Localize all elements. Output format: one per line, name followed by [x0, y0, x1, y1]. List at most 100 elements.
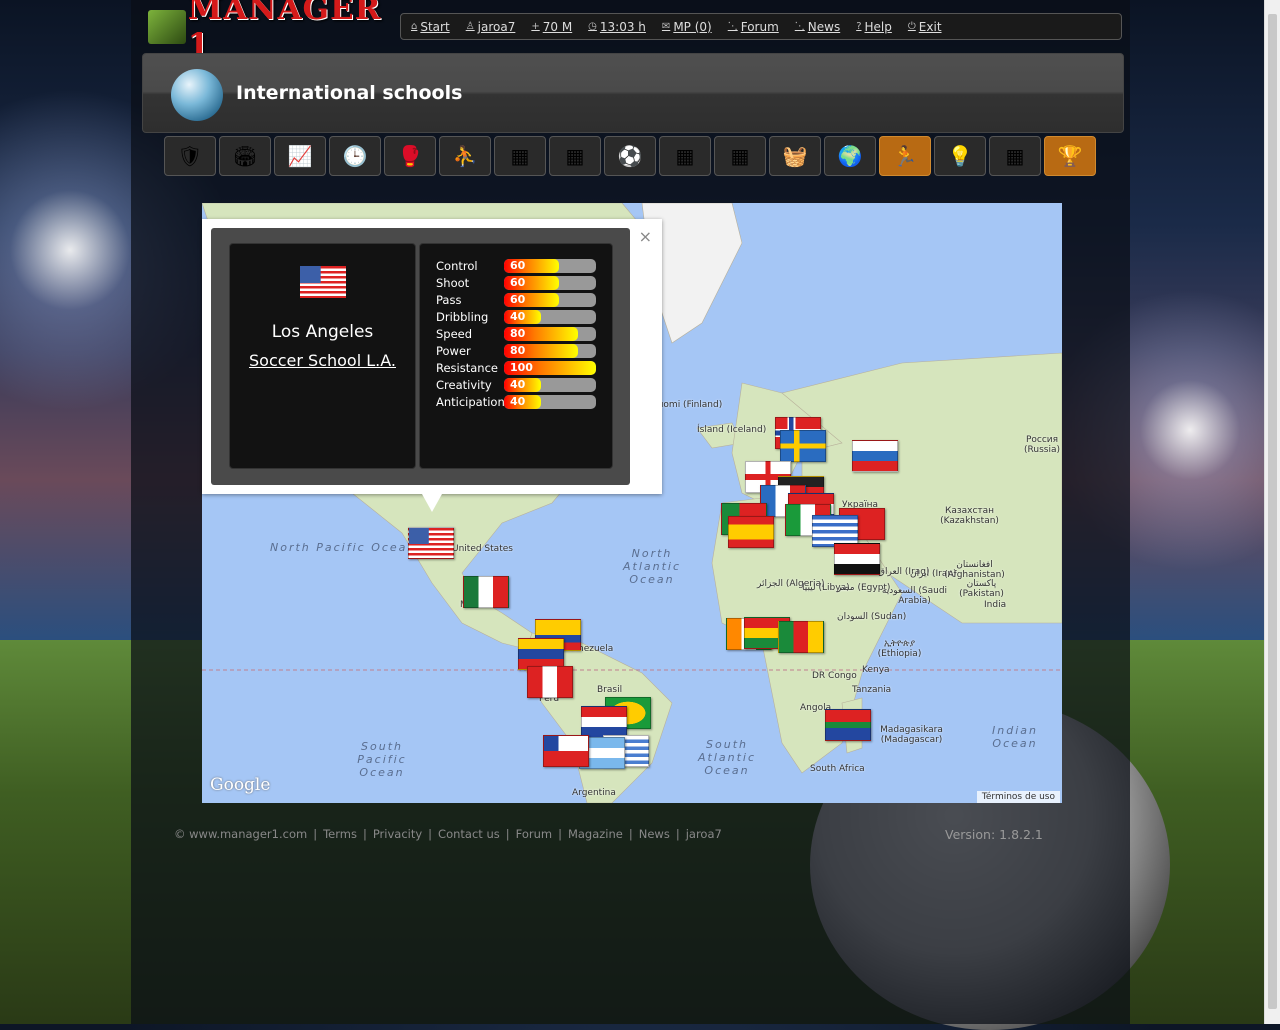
nav-button-clock[interactable]: 🕒	[329, 136, 381, 176]
ocean-label: Indian Ocean	[992, 724, 1038, 750]
flag-usa-icon	[299, 266, 346, 298]
flag-marker-chile[interactable]	[543, 735, 589, 767]
topbar-link-13-03-h[interactable]: ◷ 13:03 h	[588, 20, 646, 34]
topbar-link-mp-0-[interactable]: ✉ MP (0)	[662, 20, 712, 34]
logo[interactable]: MANAGER 1	[148, 0, 393, 63]
flag-marker-peru[interactable]	[527, 666, 573, 698]
nav-button-grid[interactable]: ▦	[989, 136, 1041, 176]
stat-bar: 40	[504, 394, 596, 409]
stat-value: 60	[510, 292, 526, 306]
topbar-link-jaroa7[interactable]: ♙ jaroa7	[466, 20, 516, 34]
trophy-icon: 🏆	[1057, 144, 1083, 168]
map-place-label: ኢትዮጵያ (Ethiopia)	[877, 639, 922, 659]
map-place-label: Ísland (Iceland)	[697, 425, 767, 435]
map-place-label: Argentina	[572, 788, 616, 798]
flag-marker-russia[interactable]	[852, 440, 898, 472]
nav-button-shield[interactable]: 🛡	[164, 136, 216, 176]
rss-icon: ⋱	[794, 21, 805, 32]
nav-button-globe[interactable]: 🌍	[824, 136, 876, 176]
footer-separator: |	[628, 827, 633, 841]
footer-link[interactable]: Contact us	[438, 827, 500, 841]
school-summary: Los Angeles Soccer School L.A.	[229, 243, 416, 469]
plus-icon: +	[531, 21, 540, 32]
stat-name: Shoot	[436, 275, 470, 290]
stat-row: Power 80	[436, 342, 612, 359]
school-info-popup: × Los Angeles Soccer School L.A. Control…	[202, 219, 662, 512]
nav-button-trophy[interactable]: 🏆	[1044, 136, 1096, 176]
flag-marker-egypt[interactable]	[834, 543, 880, 575]
topbar-link-label: MP (0)	[673, 19, 712, 34]
footer-link[interactable]: News	[639, 827, 670, 841]
player-icon: ⛹	[452, 144, 478, 168]
topbar-link-exit[interactable]: ⏻ Exit	[908, 20, 942, 34]
terms-of-use-link[interactable]: Términos de uso	[976, 791, 1060, 803]
nav-button-basket[interactable]: 🧺	[769, 136, 821, 176]
field-icon: ▦	[730, 144, 750, 168]
nav-button-school-player[interactable]: 🏃	[879, 136, 931, 176]
topbar-link-label: 70 M	[542, 19, 573, 34]
footer-link[interactable]: Forum	[516, 827, 552, 841]
nav-button-tactics-field[interactable]: ▦	[494, 136, 546, 176]
map-place-label: Suomi (Finland)	[652, 400, 723, 410]
chart-board-icon: 📈	[287, 144, 313, 168]
map-place-label: Tanzania	[852, 685, 892, 695]
nav-button-player[interactable]: ⛹	[439, 136, 491, 176]
nav-button-player-ball[interactable]: ⚽	[604, 136, 656, 176]
nav-button-chart-board[interactable]: 📈	[274, 136, 326, 176]
nav-button-stadium[interactable]: 🏟	[219, 136, 271, 176]
school-name-link[interactable]: Soccer School L.A.	[249, 351, 396, 370]
close-icon[interactable]: ×	[639, 227, 652, 246]
scrollbar-thumb[interactable]	[1268, 14, 1277, 1009]
topbar-link-start[interactable]: ⌂ Start	[411, 20, 450, 34]
nav-button-field[interactable]: ▦	[714, 136, 766, 176]
stat-value: 60	[510, 258, 526, 272]
topbar-link-70-m[interactable]: +70 M	[531, 20, 572, 34]
footer-links: © www.manager1.com | Terms | Privacity | Conta…	[174, 827, 722, 841]
ocean-label: North Atlantic Ocean	[622, 547, 682, 586]
topbar-link-news[interactable]: ⋱ News	[795, 20, 840, 34]
flag-marker-sweden[interactable]	[780, 430, 826, 462]
flag-marker-spain[interactable]	[728, 516, 774, 548]
stat-bar: 100	[504, 360, 596, 375]
lights-icon: 💡	[947, 144, 973, 168]
mail-icon: ✉	[661, 21, 671, 32]
nav-button-tactics-field[interactable]: ▦	[659, 136, 711, 176]
nav-button-lights[interactable]: 💡	[934, 136, 986, 176]
footer-link[interactable]: Magazine	[568, 827, 623, 841]
topbar-link-forum[interactable]: ⋱ Forum	[728, 20, 779, 34]
flag-marker-cameroon[interactable]	[778, 621, 824, 653]
field-icon: ▦	[565, 144, 585, 168]
footer-link[interactable]: © www.manager1.com	[174, 827, 307, 841]
power-icon: ⏻	[907, 21, 916, 32]
map-place-label: Казахстан (Kazakhstan)	[940, 506, 999, 526]
footer-link[interactable]: Privacity	[373, 827, 422, 841]
flag-marker-south-africa[interactable]	[825, 709, 871, 741]
footer-link[interactable]: jaroa7	[686, 827, 722, 841]
stat-value: 40	[510, 394, 526, 408]
nav-button-boxing-gloves[interactable]: 🥊	[384, 136, 436, 176]
ocean-label: South Pacific Ocean	[357, 740, 407, 779]
boxing-gloves-icon: 🥊	[397, 144, 423, 168]
topbar-link-label: Forum	[740, 19, 779, 34]
section-nav: 🛡 🏟 📈 🕒 🥊 ⛹ ▦ ▦ ⚽ ▦ ▦ 🧺 🌍 🏃 💡 ▦ 🏆	[164, 136, 1096, 176]
map-place-label: South Africa	[810, 764, 865, 774]
footer-separator: |	[558, 827, 562, 841]
rss-icon: ⋱	[727, 21, 738, 32]
map-place-label: Kenya	[862, 665, 890, 675]
stat-bar: 40	[504, 377, 596, 392]
nav-button-field[interactable]: ▦	[549, 136, 601, 176]
shield-icon: 🛡	[177, 144, 203, 168]
flag-marker-paraguay[interactable]	[581, 706, 627, 738]
logo-icon	[148, 10, 186, 44]
home-icon: ⌂	[411, 21, 418, 32]
footer-separator: |	[675, 827, 680, 841]
topbar-link-label: Exit	[918, 19, 942, 34]
footer-link[interactable]: Terms	[323, 827, 357, 841]
scrollbar[interactable]	[1264, 0, 1280, 1024]
stat-bar: 80	[504, 343, 596, 358]
school-stats: Control 60 Shoot 60 Pass 60 Dribbling 40 Speed 80…	[419, 243, 613, 469]
flag-marker-usa[interactable]	[408, 527, 454, 559]
topbar-link-help[interactable]: ? Help	[856, 20, 892, 34]
flag-marker-mexico[interactable]	[463, 576, 509, 608]
topbar-link-label: jaroa7	[477, 19, 516, 34]
